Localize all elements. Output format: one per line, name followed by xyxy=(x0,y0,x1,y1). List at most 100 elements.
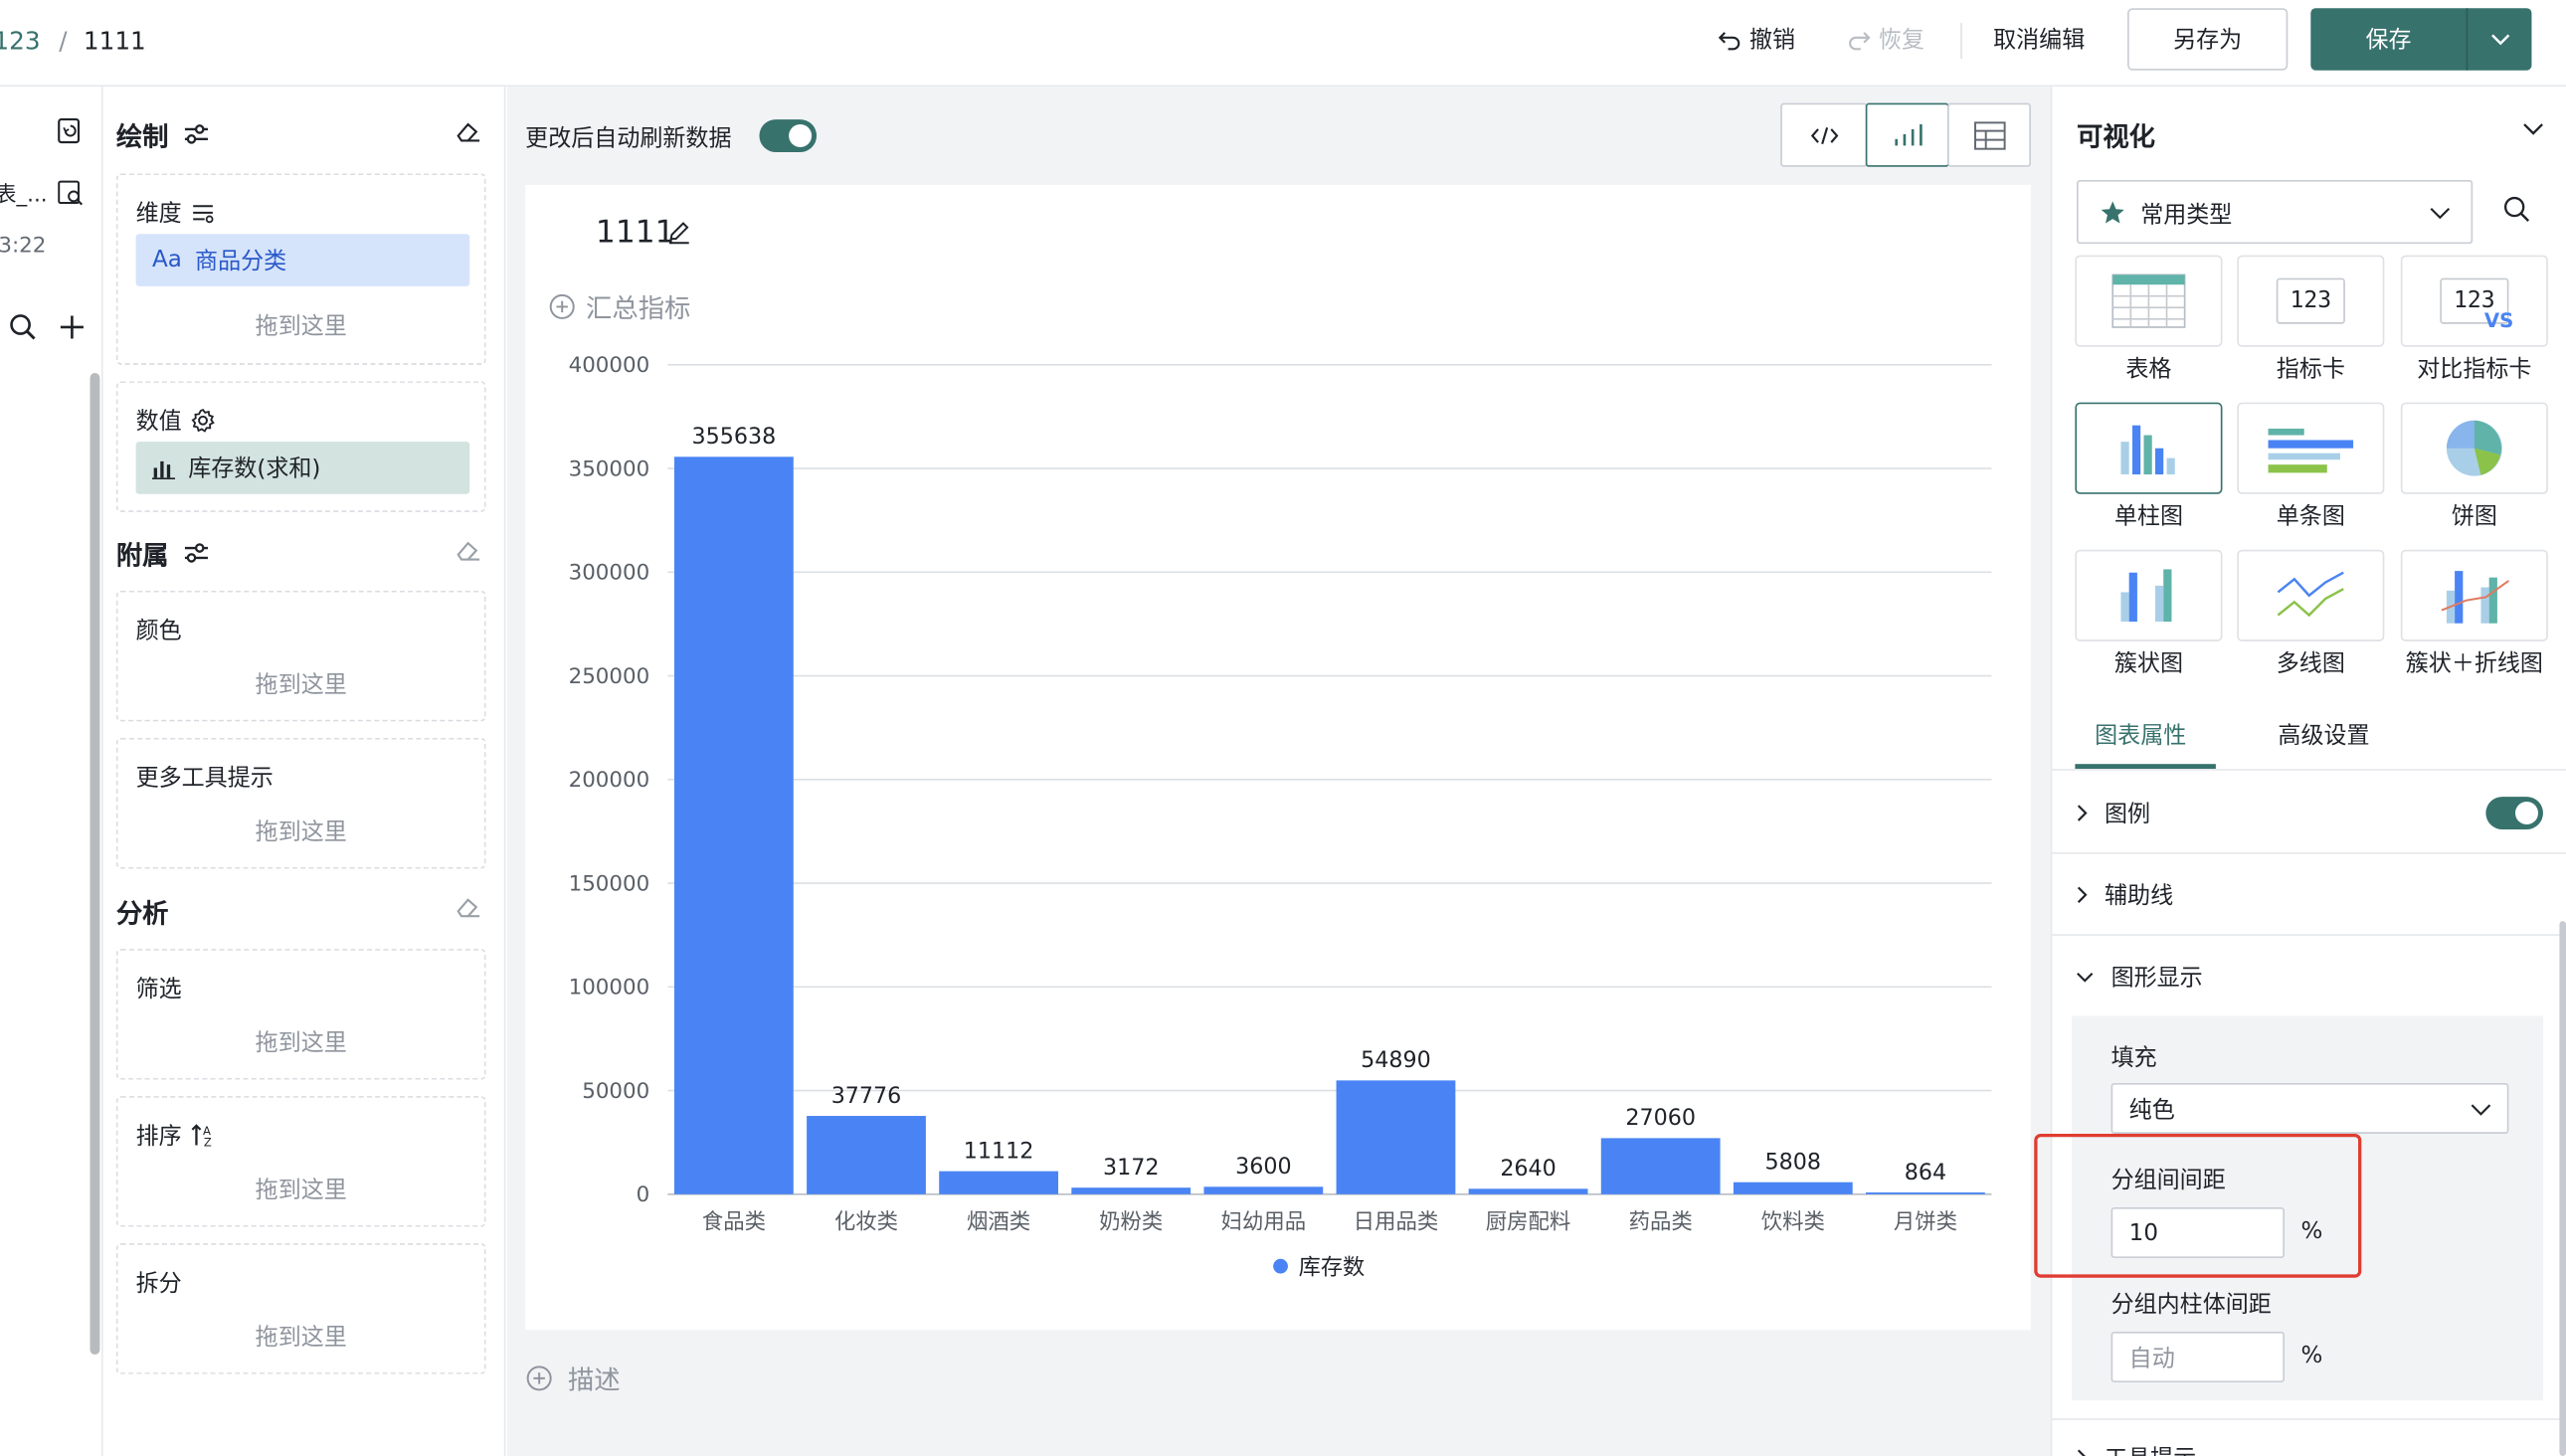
undo-label: 撤销 xyxy=(1748,27,1796,55)
dimension-field-chip[interactable]: Aa 商品分类 xyxy=(135,234,470,286)
color-dropzone[interactable]: 颜色 拖到这里 xyxy=(115,590,486,722)
chart-type-tile[interactable] xyxy=(2075,402,2223,494)
chart-type-tile[interactable] xyxy=(2075,255,2223,347)
sidebar-scrollbar[interactable] xyxy=(90,373,100,1356)
chart-type-label: 簇状＋折线图 xyxy=(2405,650,2543,678)
y-tick-label: 150000 xyxy=(569,871,650,896)
app-root: 123 / 1111 撤销 恢复 取消编辑 另存为 保存 表_... 3:22 xyxy=(0,0,2566,1456)
tooltip-section-label: 工具提示 xyxy=(2105,1441,2196,1456)
tooltip-dropzone[interactable]: 更多工具提示 拖到这里 xyxy=(115,737,486,869)
draw-section-title: 绘制 xyxy=(116,114,211,153)
shape-display-section-header[interactable]: 图形显示 xyxy=(2075,961,2203,994)
tab-advanced-settings[interactable]: 高级设置 xyxy=(2278,718,2369,751)
chart-type-tile[interactable] xyxy=(2400,549,2548,641)
bar xyxy=(807,1116,926,1194)
filter-dropzone[interactable]: 筛选 拖到这里 xyxy=(115,949,486,1080)
chart-type-label: 单柱图 xyxy=(2113,503,2183,530)
visualization-panel: 可视化 常用类型 表格 123 指标卡 123 VS 对比指标卡 单柱图 单条图 饼图 簇状图 多线… xyxy=(2034,87,2566,1456)
chart-type-label: 饼图 xyxy=(2451,503,2497,530)
search-icon[interactable] xyxy=(8,312,38,342)
x-tick-label: 饮料类 xyxy=(1761,1209,1825,1234)
compare-kpi-icon: 123 VS xyxy=(2402,257,2546,345)
drop-hint: 拖到这里 xyxy=(255,313,347,341)
add-icon[interactable] xyxy=(58,312,88,342)
value-dropzone[interactable]: 数值 库存数(求和) xyxy=(115,381,486,512)
inner-gap-input[interactable]: 自动 xyxy=(2110,1331,2285,1382)
dataset-name-truncated[interactable]: 表_... xyxy=(0,177,48,208)
section-divider xyxy=(2052,1418,2566,1420)
dimension-label-row: 维度 xyxy=(136,196,217,229)
chart-type-tile[interactable] xyxy=(2237,549,2385,641)
bar-value-label: 27060 xyxy=(1625,1105,1696,1131)
chart-type-tile[interactable] xyxy=(2237,402,2385,494)
undo-button[interactable]: 撤销 xyxy=(1717,23,1795,56)
add-description-button[interactable]: 描述 xyxy=(525,1358,621,1396)
dimension-field-name: 商品分类 xyxy=(195,249,287,275)
refresh-dataset-icon[interactable] xyxy=(56,116,86,146)
fill-select-value: 纯色 xyxy=(2128,1096,2175,1124)
drop-hint: 拖到这里 xyxy=(255,1178,347,1204)
tab-chart-properties[interactable]: 图表属性 xyxy=(2095,718,2186,751)
dimension-dropzone[interactable]: 维度 Aa 商品分类 拖到这里 xyxy=(115,173,486,365)
sort-dropzone[interactable]: 排序 AZ 拖到这里 xyxy=(115,1096,486,1227)
split-dropzone[interactable]: 拆分 拖到这里 xyxy=(115,1243,486,1374)
eraser-icon[interactable] xyxy=(454,537,483,563)
tooltip-section-header[interactable]: 工具提示 xyxy=(2075,1441,2196,1456)
breadcrumb-parent[interactable]: 123 xyxy=(0,26,41,56)
panel-scrollbar[interactable] xyxy=(2559,921,2566,1456)
chart-type-tile[interactable]: 123 xyxy=(2237,255,2385,347)
save-dropdown-button[interactable] xyxy=(2468,8,2531,71)
chart-legend: 库存数 xyxy=(1273,1254,1365,1280)
bar-chart[interactable]: 355638 37776 11112 3172 3600 54890 2640 27060 58… xyxy=(525,185,2031,1330)
bar xyxy=(1468,1188,1588,1194)
chevron-right-icon xyxy=(2077,886,2088,903)
chart-type-tile[interactable] xyxy=(2400,402,2548,494)
save-as-button[interactable]: 另存为 xyxy=(2127,8,2289,71)
collapse-chevron-icon[interactable] xyxy=(2522,121,2545,137)
legend-toggle[interactable] xyxy=(2485,797,2543,829)
chart-type-label: 对比指标卡 xyxy=(2417,356,2532,383)
attach-section-title: 附属 xyxy=(116,533,211,572)
settings-sliders-icon[interactable] xyxy=(182,540,212,566)
table-view-button[interactable] xyxy=(1947,102,2031,167)
code-view-button[interactable] xyxy=(1780,102,1868,167)
cancel-edit-button[interactable]: 取消编辑 xyxy=(1993,23,2085,56)
chart-type-category-value: 常用类型 xyxy=(2140,202,2233,230)
analysis-title: 分析 xyxy=(115,898,169,930)
bar xyxy=(1866,1192,1985,1194)
multi-line-chart-icon xyxy=(2239,551,2383,639)
table-chart-icon xyxy=(2077,257,2221,345)
chart-gridlines xyxy=(667,363,1992,1195)
gear-icon[interactable] xyxy=(190,408,216,434)
eraser-icon[interactable] xyxy=(454,893,483,919)
legend-section-header[interactable]: 图例 xyxy=(2075,797,2150,829)
search-icon[interactable] xyxy=(2502,195,2532,225)
settings-sliders-icon[interactable] xyxy=(182,121,212,147)
bar-value-label: 355638 xyxy=(692,424,777,450)
chart-view-button[interactable] xyxy=(1865,102,1949,167)
redo-button[interactable]: 恢复 xyxy=(1846,23,1924,56)
preview-data-icon[interactable] xyxy=(56,178,86,208)
table-icon xyxy=(1973,120,2005,149)
bar-value-label: 37776 xyxy=(831,1083,902,1109)
dimension-settings-icon[interactable] xyxy=(190,201,216,224)
draw-title: 绘制 xyxy=(115,120,169,152)
chart-type-category-select[interactable]: 常用类型 xyxy=(2077,179,2474,245)
x-tick-label: 奶粉类 xyxy=(1099,1209,1163,1234)
visualization-title: 可视化 xyxy=(2077,120,2156,152)
value-field-chip[interactable]: 库存数(求和) xyxy=(135,442,470,494)
chart-data-labels: 355638 37776 11112 3172 3600 54890 2640 27060 58… xyxy=(692,424,1947,1185)
fill-select[interactable]: 纯色 xyxy=(2110,1082,2509,1134)
kpi-glyph: 123 xyxy=(2276,277,2345,324)
y-tick-label: 200000 xyxy=(569,768,650,793)
chart-type-tile[interactable] xyxy=(2075,549,2223,641)
sort-az-icon[interactable]: AZ xyxy=(190,1122,216,1149)
save-button[interactable]: 保存 xyxy=(2310,8,2466,71)
eraser-icon[interactable] xyxy=(454,117,483,143)
bar-chart-icon xyxy=(2077,404,2221,492)
chart-type-tile[interactable]: 123 VS xyxy=(2400,255,2548,347)
legend-marker xyxy=(1273,1258,1288,1274)
drop-hint: 拖到这里 xyxy=(255,1325,347,1352)
aux-line-section-header[interactable]: 辅助线 xyxy=(2075,878,2173,911)
auto-refresh-toggle[interactable] xyxy=(759,119,818,152)
